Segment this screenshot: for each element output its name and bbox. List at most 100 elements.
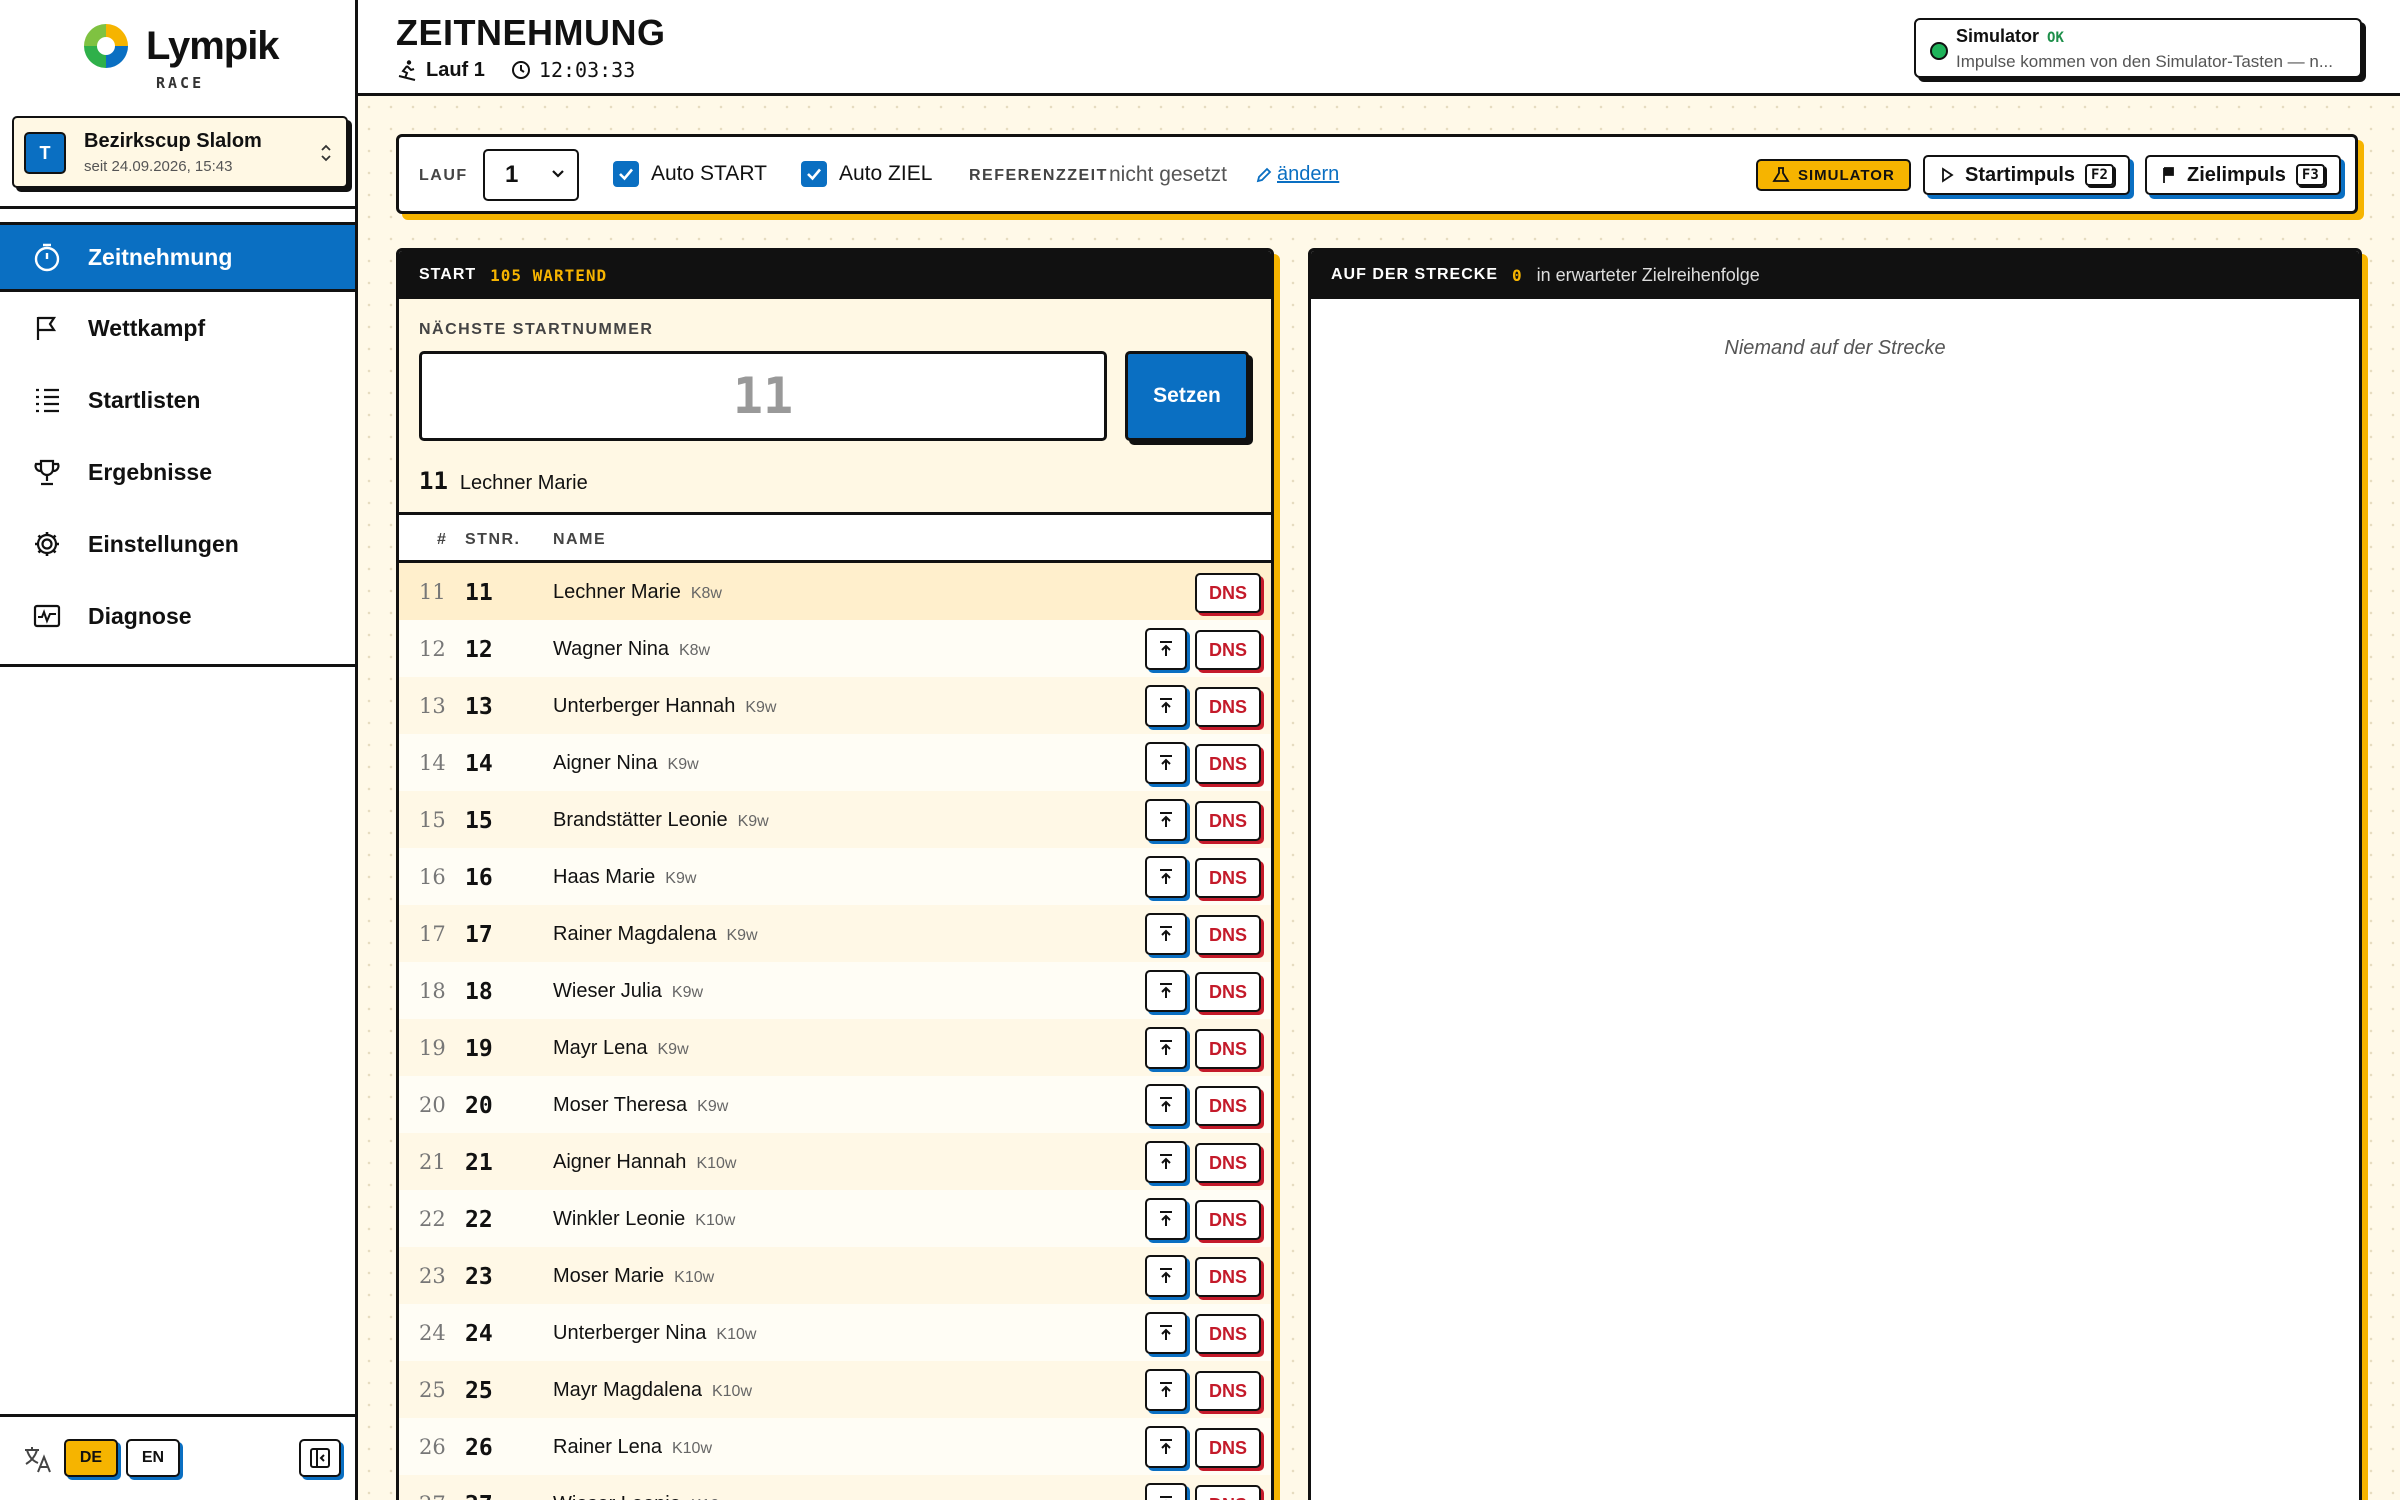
athlete-class: K9w: [671, 984, 704, 1001]
flask-icon: [1772, 167, 1790, 182]
table-row[interactable]: 24 24 Unterberger Nina K10w DNS: [399, 1304, 1271, 1361]
nav-item-diagnose[interactable]: Diagnose: [0, 580, 355, 652]
nav-item-wettkampf[interactable]: Wettkampf: [0, 292, 355, 364]
set-bib-button[interactable]: Setzen: [1125, 351, 1249, 441]
dns-button[interactable]: DNS: [1195, 687, 1261, 727]
table-row[interactable]: 13 13 Unterberger Hannah K9w DNS: [399, 677, 1271, 734]
table-row[interactable]: 26 26 Rainer Lena K10w DNS: [399, 1418, 1271, 1475]
nav-item-zeitnehmung[interactable]: Zeitnehmung: [0, 222, 355, 292]
event-since: seit 24.09.2026, 15:43: [84, 158, 233, 175]
shortcut-f2: F2: [2085, 164, 2114, 186]
arrow-up-to-line-icon: [1160, 812, 1172, 827]
table-row[interactable]: 22 22 Winkler Leonie K10w DNS: [399, 1190, 1271, 1247]
move-to-top-button[interactable]: [1145, 913, 1187, 955]
dns-button[interactable]: DNS: [1195, 972, 1261, 1012]
row-bib: 11: [465, 580, 493, 606]
dns-button[interactable]: DNS: [1195, 1029, 1261, 1069]
nav-label: Startlisten: [88, 386, 201, 413]
table-row[interactable]: 23 23 Moser Marie K10w DNS: [399, 1247, 1271, 1304]
dns-button[interactable]: DNS: [1195, 801, 1261, 841]
row-name-cell: Mayr Lena K9w: [553, 1037, 689, 1060]
table-row[interactable]: 20 20 Moser Theresa K9w DNS: [399, 1076, 1271, 1133]
table-row[interactable]: 11 11 Lechner Marie K8w DNS: [399, 563, 1271, 620]
simulator-badge: SIMULATOR: [1756, 159, 1911, 191]
auto-start-label: Auto START: [651, 162, 767, 185]
move-to-top-button[interactable]: [1145, 1198, 1187, 1240]
move-to-top-button[interactable]: [1145, 628, 1187, 670]
arrow-up-to-line-icon: [1160, 1268, 1172, 1283]
table-row[interactable]: 19 19 Mayr Lena K9w DNS: [399, 1019, 1271, 1076]
simulator-status[interactable]: Simulator OK Impulse kommen von den Simul…: [1914, 18, 2362, 78]
referenzzeit-edit-link[interactable]: ändern: [1255, 163, 1339, 186]
table-row[interactable]: 18 18 Wieser Julia K9w DNS: [399, 962, 1271, 1019]
auto-start-checkbox[interactable]: Auto START: [613, 161, 767, 187]
on-course-subtitle: in erwarteter Zielreihenfolge: [1536, 264, 1760, 285]
athlete-class: K10w: [711, 1383, 752, 1400]
auto-ziel-label: Auto ZIEL: [839, 162, 933, 185]
event-name: Bezirkscup Slalom: [84, 130, 262, 152]
dns-button[interactable]: DNS: [1195, 858, 1261, 898]
athlete-class: K8w: [678, 642, 711, 659]
dns-button[interactable]: DNS: [1195, 1200, 1261, 1240]
table-row[interactable]: 17 17 Rainer Magdalena K9w DNS: [399, 905, 1271, 962]
dns-button[interactable]: DNS: [1195, 1428, 1261, 1468]
table-row[interactable]: 21 21 Aigner Hannah K10w DNS: [399, 1133, 1271, 1190]
next-athlete-preview: 11 Lechner Marie: [419, 467, 588, 495]
move-to-top-button[interactable]: [1145, 799, 1187, 841]
checkbox-checked-icon: [801, 161, 827, 187]
start-list: 11 11 Lechner Marie K8w DNS 12 12 Wagner Nina K8…: [399, 563, 1271, 1500]
dns-button[interactable]: DNS: [1195, 744, 1261, 784]
row-bib: 26: [465, 1435, 493, 1461]
move-to-top-button[interactable]: [1145, 1483, 1187, 1500]
athlete-name: Mayr Lena: [553, 1037, 648, 1059]
athlete-class: K9w: [745, 699, 777, 716]
table-row[interactable]: 14 14 Aigner Nina K9w DNS: [399, 734, 1271, 791]
lauf-select[interactable]: 1: [483, 149, 579, 201]
next-bib-input[interactable]: 11: [419, 351, 1107, 441]
dns-button[interactable]: DNS: [1195, 573, 1261, 613]
move-to-top-button[interactable]: [1145, 1312, 1187, 1354]
row-index: 23: [419, 1264, 446, 1288]
move-to-top-button[interactable]: [1145, 856, 1187, 898]
move-to-top-button[interactable]: [1145, 1141, 1187, 1183]
nav-item-startlisten[interactable]: Startlisten: [0, 364, 355, 436]
move-to-top-button[interactable]: [1145, 1027, 1187, 1069]
move-to-top-button[interactable]: [1145, 1255, 1187, 1297]
athlete-class: K9w: [737, 813, 769, 830]
dns-button[interactable]: DNS: [1195, 1485, 1261, 1500]
move-to-top-button[interactable]: [1145, 1084, 1187, 1126]
move-to-top-button[interactable]: [1145, 1426, 1187, 1468]
lang-de-button[interactable]: DE: [64, 1439, 118, 1477]
nav-item-einstellungen[interactable]: Einstellungen: [0, 508, 355, 580]
move-to-top-button[interactable]: [1145, 685, 1187, 727]
move-to-top-button[interactable]: [1145, 1369, 1187, 1411]
nav-item-ergebnisse[interactable]: Ergebnisse: [0, 436, 355, 508]
move-to-top-button[interactable]: [1145, 970, 1187, 1012]
table-row[interactable]: 25 25 Mayr Magdalena K10w DNS: [399, 1361, 1271, 1418]
arrow-up-to-line-icon: [1160, 1439, 1172, 1454]
athlete-name: Mayr Magdalena: [553, 1379, 702, 1401]
nav-label: Diagnose: [88, 602, 192, 629]
dns-button[interactable]: DNS: [1195, 630, 1261, 670]
table-row[interactable]: 15 15 Brandstätter Leonie K9w DNS: [399, 791, 1271, 848]
dns-button[interactable]: DNS: [1195, 1371, 1261, 1411]
collapse-sidebar-button[interactable]: [299, 1439, 341, 1477]
logo[interactable]: Lympik RACE: [80, 18, 300, 98]
auto-ziel-checkbox[interactable]: Auto ZIEL: [801, 161, 932, 187]
dns-button[interactable]: DNS: [1195, 1257, 1261, 1297]
row-name-cell: Haas Marie K9w: [553, 866, 696, 889]
event-switcher[interactable]: T Bezirkscup Slalom seit 24.09.2026, 15:…: [12, 116, 348, 188]
row-name-cell: Moser Marie K10w: [553, 1265, 714, 1288]
table-row[interactable]: 16 16 Haas Marie K9w DNS: [399, 848, 1271, 905]
start-impulse-button[interactable]: Startimpuls F2: [1923, 155, 2130, 195]
dns-button[interactable]: DNS: [1195, 1086, 1261, 1126]
table-row[interactable]: 27 27 Wieser LeonieK10w DNS: [399, 1475, 1271, 1500]
finish-impulse-button[interactable]: Zielimpuls F3: [2145, 155, 2341, 195]
dns-button[interactable]: DNS: [1195, 915, 1261, 955]
dns-button[interactable]: DNS: [1195, 1314, 1261, 1354]
move-to-top-button[interactable]: [1145, 742, 1187, 784]
lang-en-button[interactable]: EN: [126, 1439, 180, 1477]
row-bib: 16: [465, 865, 493, 891]
dns-button[interactable]: DNS: [1195, 1143, 1261, 1183]
table-row[interactable]: 12 12 Wagner Nina K8w DNS: [399, 620, 1271, 677]
